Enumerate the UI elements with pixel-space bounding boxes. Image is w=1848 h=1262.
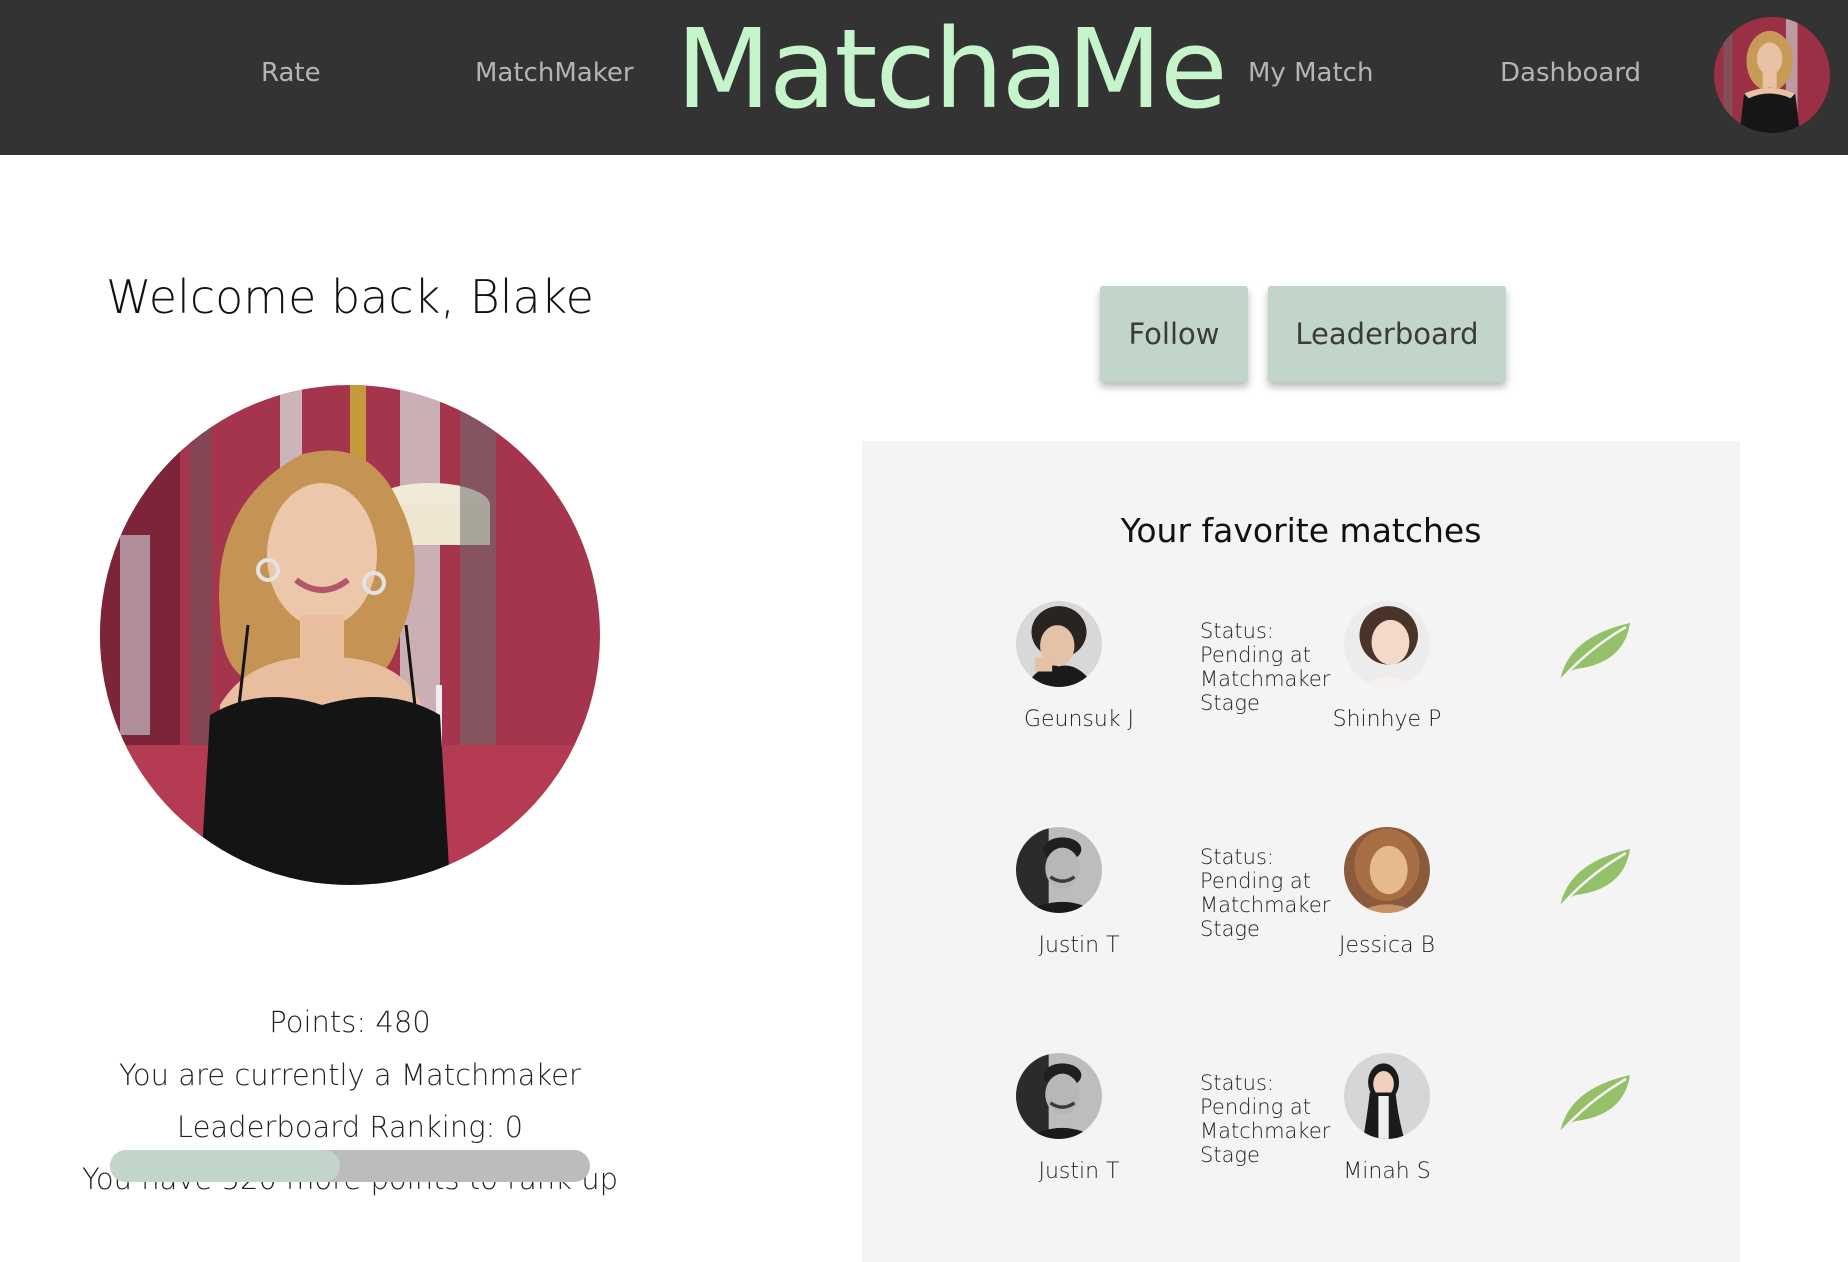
match-status: Status: Pending at Matchmaker Stage <box>1200 1071 1350 1167</box>
nav-dashboard-link[interactable]: Dashboard <box>1500 58 1641 88</box>
status-label: Status: <box>1200 619 1274 643</box>
match-row: Justin T Status: Pending at Matchmaker S… <box>862 1053 1740 1253</box>
status-value: Pending at <box>1200 1095 1311 1119</box>
status-label: Status: <box>1200 845 1274 869</box>
nav-my-match-link[interactable]: My Match <box>1248 58 1373 88</box>
match-right-name: Jessica B <box>1338 933 1436 958</box>
match-left-avatar[interactable] <box>1016 601 1102 687</box>
user-avatar[interactable] <box>1714 17 1830 133</box>
status-value: Matchmaker <box>1200 1119 1331 1143</box>
user-avatar-photo <box>1714 17 1830 133</box>
rank-progress-bar <box>110 1150 590 1182</box>
leaderboard-button[interactable]: Leaderboard <box>1268 286 1506 382</box>
welcome-heading: Welcome back, Blake <box>106 270 594 324</box>
nav-rate-link[interactable]: Rate <box>261 58 321 88</box>
leaderboard-ranking-text: Leaderboard Ranking: 0 <box>176 1110 524 1144</box>
match-left-photo <box>1016 601 1102 687</box>
status-label: Status: <box>1200 1071 1274 1095</box>
points-text: Points: 480 <box>269 1005 431 1039</box>
match-right-name: Minah S <box>1343 1159 1431 1184</box>
leaf-icon[interactable] <box>1554 1071 1634 1137</box>
match-left-avatar[interactable] <box>1016 1053 1102 1139</box>
profile-photo <box>100 385 600 885</box>
role-text: You are currently a Matchmaker <box>119 1058 581 1092</box>
status-value: Pending at <box>1200 869 1311 893</box>
match-left-name: Justin T <box>1038 933 1120 958</box>
match-left-name: Geunsuk J <box>1023 707 1135 732</box>
match-row: Geunsuk J Status: Pending at Matchmaker … <box>862 601 1740 801</box>
nav-matchmaker-link[interactable]: MatchMaker <box>475 58 634 88</box>
status-value: Matchmaker <box>1200 893 1331 917</box>
match-status: Status: Pending at Matchmaker Stage <box>1200 845 1350 941</box>
match-right-avatar[interactable] <box>1344 1053 1430 1139</box>
match-right-photo <box>1344 1053 1430 1139</box>
match-left-avatar[interactable] <box>1016 827 1102 913</box>
status-value: Pending at <box>1200 643 1311 667</box>
match-right-avatar[interactable] <box>1344 601 1430 687</box>
match-status: Status: Pending at Matchmaker Stage <box>1200 619 1350 715</box>
profile-photo-image <box>100 385 600 885</box>
app-logo[interactable]: MatchaMe <box>676 14 1228 124</box>
top-navigation-bar: Rate MatchMaker MatchaMe My Match Dashbo… <box>0 0 1848 155</box>
status-value: Matchmaker <box>1200 667 1331 691</box>
match-left-photo <box>1016 1053 1102 1139</box>
rank-progress-fill <box>110 1150 341 1182</box>
match-row: Justin T Status: Pending at Matchmaker S… <box>862 827 1740 1027</box>
match-left-name: Justin T <box>1038 1159 1120 1184</box>
match-right-photo <box>1344 827 1430 913</box>
follow-button[interactable]: Follow <box>1100 286 1248 382</box>
match-right-name: Shinhye P <box>1332 707 1442 732</box>
match-left-photo <box>1016 827 1102 913</box>
leaf-icon[interactable] <box>1554 619 1634 685</box>
favorite-matches-title: Your favorite matches <box>1120 511 1482 550</box>
leaf-icon[interactable] <box>1554 845 1634 911</box>
favorite-matches-panel: Your favorite matches Geunsuk J Status: … <box>862 441 1740 1262</box>
match-right-photo <box>1344 601 1430 687</box>
match-right-avatar[interactable] <box>1344 827 1430 913</box>
